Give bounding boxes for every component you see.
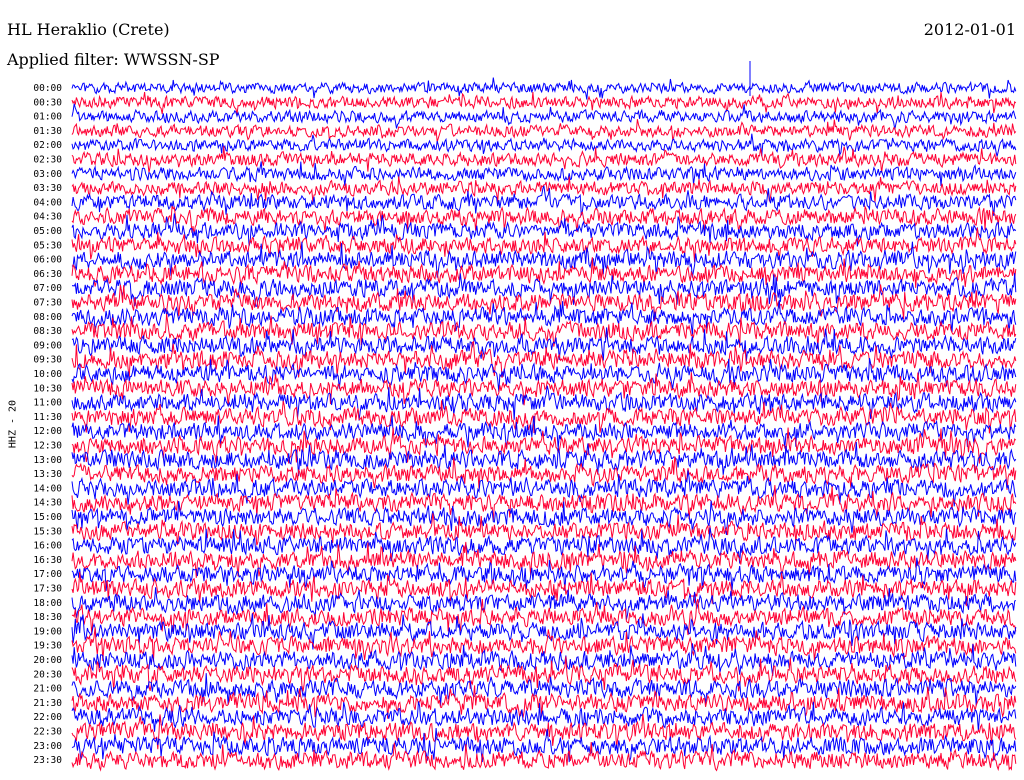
row-time-label: 20:30 <box>33 669 62 680</box>
row-time-label: 16:00 <box>33 541 62 552</box>
row-time-label: 19:30 <box>33 641 62 652</box>
row-time-label: 06:00 <box>33 255 62 266</box>
helicorder-plot: 00:00 00:30 01:00 01:30 02:00 02:30 03:00 03:30… <box>33 61 1017 772</box>
row-time-label: 16:30 <box>33 555 62 566</box>
seismic-trace-1400 <box>71 470 1017 507</box>
row-label-group: 00:00 00:30 01:00 01:30 02:00 02:30 03:00 03:30… <box>33 83 62 766</box>
row-time-label: 22:00 <box>33 712 62 723</box>
row-time-label: 00:00 <box>33 83 62 94</box>
row-time-label: 13:00 <box>33 455 62 466</box>
row-time-label: 04:00 <box>33 197 62 208</box>
row-time-label: 01:00 <box>33 112 62 123</box>
row-time-label: 02:00 <box>33 140 62 151</box>
row-time-label: 13:30 <box>33 469 62 480</box>
row-time-label: 22:30 <box>33 727 62 738</box>
row-time-label: 23:30 <box>33 755 62 766</box>
seismic-trace-0300 <box>71 161 1017 187</box>
row-time-label: 09:30 <box>33 355 62 366</box>
row-time-label: 01:30 <box>33 126 62 137</box>
seismic-trace-0100 <box>71 103 1017 130</box>
row-time-label: 10:00 <box>33 369 62 380</box>
row-time-label: 12:00 <box>33 426 62 437</box>
row-time-label: 11:00 <box>33 398 62 409</box>
row-time-label: 18:30 <box>33 612 62 623</box>
row-time-label: 00:30 <box>33 97 62 108</box>
seismic-trace-0000 <box>71 77 1017 100</box>
row-time-label: 07:00 <box>33 283 62 294</box>
row-time-label: 15:00 <box>33 512 62 523</box>
row-time-label: 23:00 <box>33 741 62 752</box>
row-time-label: 14:00 <box>33 483 62 494</box>
row-time-label: 07:30 <box>33 298 62 309</box>
row-time-label: 19:00 <box>33 626 62 637</box>
row-time-label: 11:30 <box>33 412 62 423</box>
row-time-label: 14:30 <box>33 498 62 509</box>
seismic-trace-0200 <box>71 133 1017 157</box>
row-time-label: 05:00 <box>33 226 62 237</box>
row-time-label: 06:30 <box>33 269 62 280</box>
seismic-trace-0030 <box>71 91 1017 115</box>
seismic-trace-0430 <box>71 204 1017 235</box>
row-time-label: 12:30 <box>33 441 62 452</box>
row-time-label: 04:30 <box>33 212 62 223</box>
row-time-label: 17:00 <box>33 569 62 580</box>
row-time-label: 05:30 <box>33 240 62 251</box>
row-time-label: 08:30 <box>33 326 62 337</box>
row-time-label: 08:00 <box>33 312 62 323</box>
row-time-label: 21:30 <box>33 698 62 709</box>
row-time-label: 02:30 <box>33 155 62 166</box>
row-time-label: 18:00 <box>33 598 62 609</box>
seismic-trace-1200 <box>71 415 1017 449</box>
row-time-label: 03:30 <box>33 183 62 194</box>
row-time-label: 20:00 <box>33 655 62 666</box>
row-time-label: 15:30 <box>33 526 62 537</box>
trace-group <box>71 61 1017 772</box>
row-time-label: 21:00 <box>33 684 62 695</box>
row-time-label: 03:00 <box>33 169 62 180</box>
row-time-label: 17:30 <box>33 584 62 595</box>
row-time-label: 10:30 <box>33 383 62 394</box>
row-time-label: 09:00 <box>33 340 62 351</box>
